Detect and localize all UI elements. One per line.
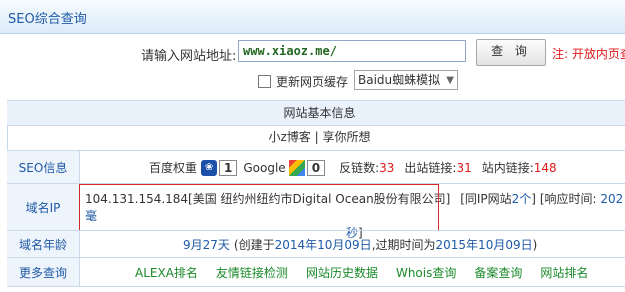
seo-row: SEO信息 百度权重 ❀ 1 Google 0 反链数: 33 出站链接: 31… xyxy=(7,150,625,184)
baidu-label: 百度权重 xyxy=(149,161,198,175)
backlinks-value[interactable]: 33 xyxy=(379,161,394,175)
chevron-down-icon: ▼ xyxy=(446,75,454,86)
inner-page-note: 注: 开放内页查 xyxy=(552,47,625,61)
more-links: ALEXA排名 友情链接检测 网站历史数据 Whois查询 备案查询 网站排名 xyxy=(135,258,606,287)
outlinks-value[interactable]: 31 xyxy=(456,161,471,175)
created-date: 2014年10月09日 xyxy=(274,238,372,252)
highlight-box xyxy=(79,184,439,231)
title-bar: SEO综合查询 xyxy=(0,0,625,34)
link-friend-check[interactable]: 友情链接检测 xyxy=(216,264,288,281)
created-prefix: (创建于 xyxy=(233,238,275,252)
section-title: 网站基本信息 xyxy=(7,100,625,126)
url-label: 请输入网站地址: xyxy=(141,49,237,64)
link-icp[interactable]: 备案查询 xyxy=(474,264,522,281)
seo-content: 百度权重 ❀ 1 Google 0 反链数: 33 出站链接: 31 站内链接:… xyxy=(149,151,557,184)
link-alexa[interactable]: ALEXA排名 xyxy=(135,264,198,281)
update-cache-label: 更新网页缓存 xyxy=(276,75,349,89)
more-row: 更多查询 ALEXA排名 友情链接检测 网站历史数据 Whois查询 备案查询 … xyxy=(7,257,625,287)
age-suffix: ) xyxy=(532,237,538,252)
link-whois[interactable]: Whois查询 xyxy=(396,264,456,281)
spider-select-value: Baidu蜘蛛模拟 xyxy=(358,73,441,87)
same-ip-suffix: ] xyxy=(531,192,536,206)
same-ip-count[interactable]: 2个 xyxy=(512,192,532,206)
seo-label: SEO信息 xyxy=(7,151,80,184)
resp-prefix: [响应时间: xyxy=(539,192,597,206)
link-rank[interactable]: 网站排名 xyxy=(540,264,588,281)
outlinks-label: 出站链接: xyxy=(404,161,457,175)
google-pr-badge: 0 xyxy=(306,159,326,176)
domain-age: 9月27天 xyxy=(183,238,230,252)
domain-age-content: 9月27天 (创建于 2014年10月09日 ,过期时间为 2015年10月09日) xyxy=(183,231,537,258)
domain-ip-label: 域名IP xyxy=(7,184,80,231)
domain-age-label: 域名年龄 xyxy=(7,231,80,258)
backlinks-label: 反链数: xyxy=(339,161,380,175)
expire-prefix: ,过期时间为 xyxy=(371,238,436,252)
more-label: 更多查询 xyxy=(7,258,80,287)
expire-date: 2015年10月09日 xyxy=(435,238,533,252)
same-ip-prefix: [同IP网站 xyxy=(460,192,512,206)
inlinks-label: 站内链接: xyxy=(481,161,534,175)
page-title: SEO综合查询 xyxy=(8,12,87,27)
baidu-paw-icon: ❀ xyxy=(201,159,218,176)
google-icon xyxy=(288,159,305,176)
url-input[interactable] xyxy=(238,40,466,62)
baidu-weight-badge: 1 xyxy=(219,159,238,176)
update-cache-checkbox[interactable] xyxy=(258,75,271,88)
google-label: Google xyxy=(243,160,286,175)
domain-age-row: 域名年龄 9月27天 (创建于 2014年10月09日 ,过期时间为 2015年10月… xyxy=(7,230,625,258)
inlinks-value[interactable]: 148 xyxy=(534,161,557,175)
table-bottom-border xyxy=(7,286,625,287)
query-button[interactable]: 查 询 xyxy=(476,39,546,66)
link-history[interactable]: 网站历史数据 xyxy=(306,264,378,281)
spider-select[interactable]: Baidu蜘蛛模拟 ▼ xyxy=(354,70,458,90)
site-name: 小z博客 | 享你所想 xyxy=(268,130,371,144)
